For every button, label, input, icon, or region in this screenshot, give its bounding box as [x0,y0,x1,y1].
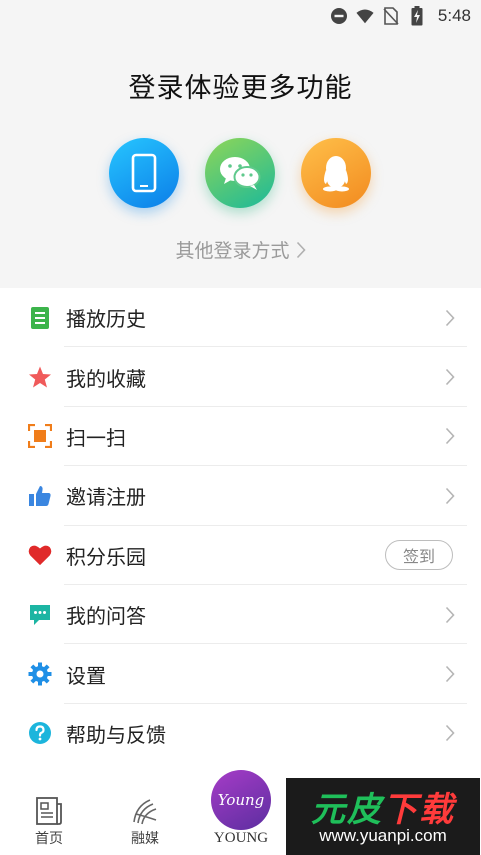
other-login-link[interactable]: 其他登录方式 [0,236,481,263]
wechat-login-button[interactable] [205,138,275,208]
chevron-right-icon [445,487,455,504]
chevron-right-icon [445,428,455,445]
watermark-overlay: 元皮下载 www.yuanpi.com [286,778,480,855]
tab-label: 融媒 [131,831,159,847]
tab-label: 首页 [35,831,63,847]
tab-home[interactable]: 首页 [14,796,84,848]
chevron-right-icon [445,606,455,623]
young-logo-text: Young [217,791,265,809]
chevron-right-icon [445,309,455,326]
scan-icon [28,424,52,449]
menu-item-settings[interactable]: 设置 [0,644,481,705]
status-time: 5:48 [437,6,471,25]
battery-charging-icon [408,6,426,26]
do-not-disturb-icon [330,7,348,25]
menu-item-play-history[interactable]: 播放历史 [0,288,481,348]
chevron-right-icon [445,369,455,386]
thumbs-up-icon [28,484,52,508]
history-icon [28,306,52,330]
login-title: 登录体验更多功能 [128,73,353,104]
chat-icon [28,603,52,627]
young-logo[interactable]: Young [211,770,271,830]
status-bar: 5:48 [0,0,481,32]
watermark-main: 元皮 [311,790,383,830]
tab-young-label[interactable]: YOUNG [205,830,277,847]
other-login-label: 其他登录方式 [175,240,290,262]
wechat-icon [220,157,261,190]
menu-label: 邀请注册 [66,485,146,510]
newspaper-icon [36,797,62,825]
watermark-accent: 下载 [383,790,455,830]
watermark-url: www.yuanpi.com [319,826,447,845]
wifi-icon [356,7,374,25]
menu-label: 帮助与反馈 [66,722,166,747]
chevron-right-icon [445,665,455,683]
menu-item-my-qa[interactable]: 我的问答 [0,585,481,645]
qq-login-button[interactable] [301,138,371,208]
login-panel: 登录体验更多功能 其他登录方式 [0,32,481,288]
menu-item-points-park[interactable]: 积分乐园 签到 [0,526,481,586]
gear-icon [28,662,52,686]
menu-item-favorites[interactable]: 我的收藏 [0,347,481,408]
help-icon [28,721,52,745]
menu-label: 设置 [66,663,106,688]
menu-list: 播放历史 我的收藏 扫一扫 邀请注册 积分乐园 签到 我的问答 设置 帮助与反馈 [0,288,481,763]
check-in-button[interactable]: 签到 [385,540,453,571]
qq-icon [323,156,349,192]
watermark-title: 元皮下载 [286,782,480,831]
media-icon [133,799,157,825]
chevron-right-icon [445,725,455,742]
tab-media[interactable]: 融媒 [110,796,180,848]
no-sim-icon [382,7,400,25]
menu-item-invite[interactable]: 邀请注册 [0,466,481,526]
heart-icon [28,543,52,567]
menu-label: 扫一扫 [66,425,126,450]
phone-icon [131,153,157,193]
menu-label: 播放历史 [66,307,146,332]
menu-label: 我的收藏 [66,366,146,391]
menu-item-scan[interactable]: 扫一扫 [0,407,481,467]
phone-login-button[interactable] [109,138,179,208]
menu-item-help-feedback[interactable]: 帮助与反馈 [0,704,481,763]
menu-label: 积分乐园 [66,544,146,569]
star-icon [28,365,52,389]
menu-label: 我的问答 [66,604,146,629]
chevron-right-icon [296,241,306,258]
